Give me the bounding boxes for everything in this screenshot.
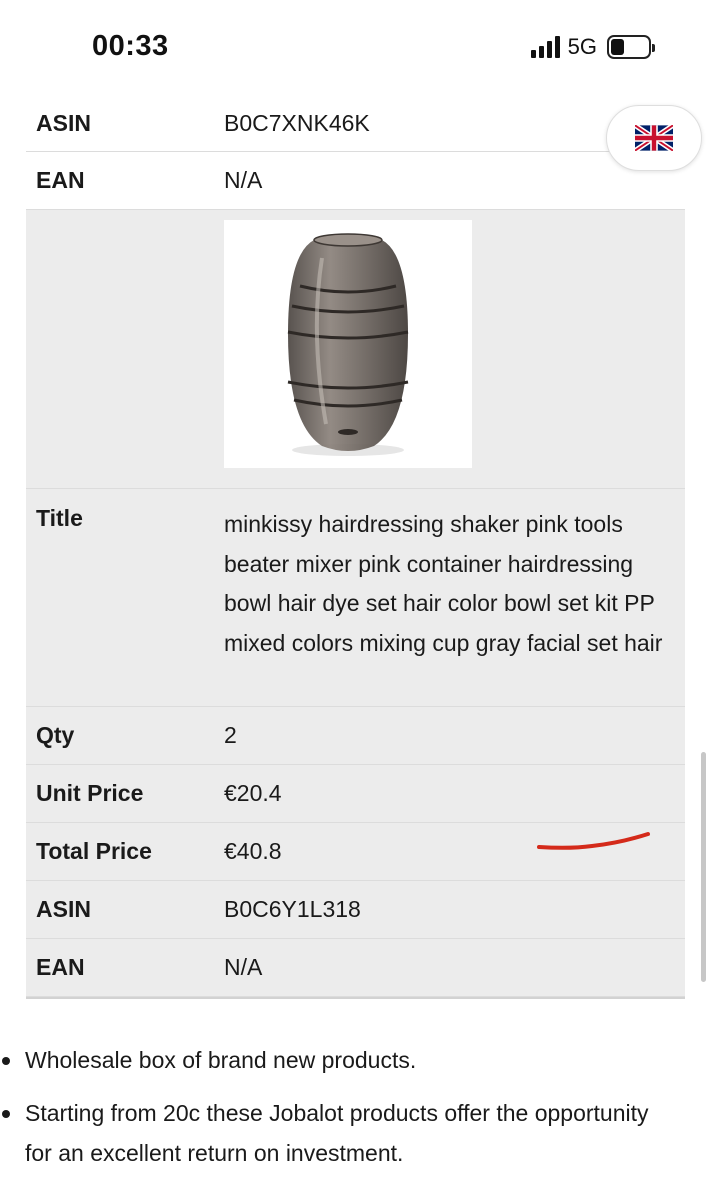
- table-row-image: [26, 210, 685, 489]
- status-bar: 00:33 5G: [0, 0, 711, 96]
- bullet-dot-icon: [2, 1110, 10, 1118]
- red-underline-annotation: [537, 832, 650, 850]
- row-value: €20.4: [224, 780, 282, 806]
- uk-flag-icon: [635, 125, 673, 151]
- row-label: ASIN: [36, 110, 91, 136]
- row-label: Title: [36, 505, 83, 531]
- language-button[interactable]: [606, 105, 702, 171]
- table-row: EAN N/A: [26, 939, 685, 997]
- list-item-text: Wholesale box of brand new products.: [25, 1047, 417, 1073]
- row-value: N/A: [224, 167, 263, 193]
- battery-icon: [607, 35, 655, 59]
- signal-icon: [530, 36, 560, 58]
- bullet-dot-icon: [2, 1057, 10, 1065]
- product-image[interactable]: [224, 220, 472, 468]
- network-type: 5G: [567, 34, 597, 59]
- scrollbar[interactable]: [701, 752, 706, 982]
- row-value: B0C6Y1L318: [224, 896, 361, 922]
- row-label: Total Price: [36, 838, 152, 864]
- product-details-table: ASIN B0C7XNK46K EAN N/A Title minkissy h…: [26, 96, 685, 999]
- row-value: N/A: [224, 954, 263, 980]
- table-row: ASIN B0C6Y1L318: [26, 881, 685, 939]
- row-label: ASIN: [36, 896, 91, 922]
- table-row: EAN N/A: [26, 152, 685, 210]
- list-item-text: Starting from 20c these Jobalot products…: [25, 1100, 649, 1166]
- table-row: Unit Price €20.4: [26, 765, 685, 823]
- row-label: Qty: [36, 722, 75, 748]
- list-item: Starting from 20c these Jobalot products…: [0, 1093, 711, 1173]
- row-label: EAN: [36, 954, 85, 980]
- row-value: minkissy hairdressing shaker pink tools …: [224, 511, 663, 656]
- table-row: Title minkissy hairdressing shaker pink …: [26, 489, 685, 707]
- status-time: 00:33: [92, 30, 169, 62]
- table-row: ASIN B0C7XNK46K: [26, 96, 685, 152]
- status-indicators: 5G: [530, 34, 655, 60]
- row-value: 2: [224, 722, 237, 748]
- row-label: EAN: [36, 167, 85, 193]
- list-item: Wholesale box of brand new products.: [0, 1040, 711, 1080]
- description-list: Wholesale box of brand new products. Sta…: [0, 1040, 711, 1173]
- product-image-icon: [287, 233, 409, 456]
- row-label: Unit Price: [36, 780, 144, 806]
- table-row: Qty 2: [26, 707, 685, 765]
